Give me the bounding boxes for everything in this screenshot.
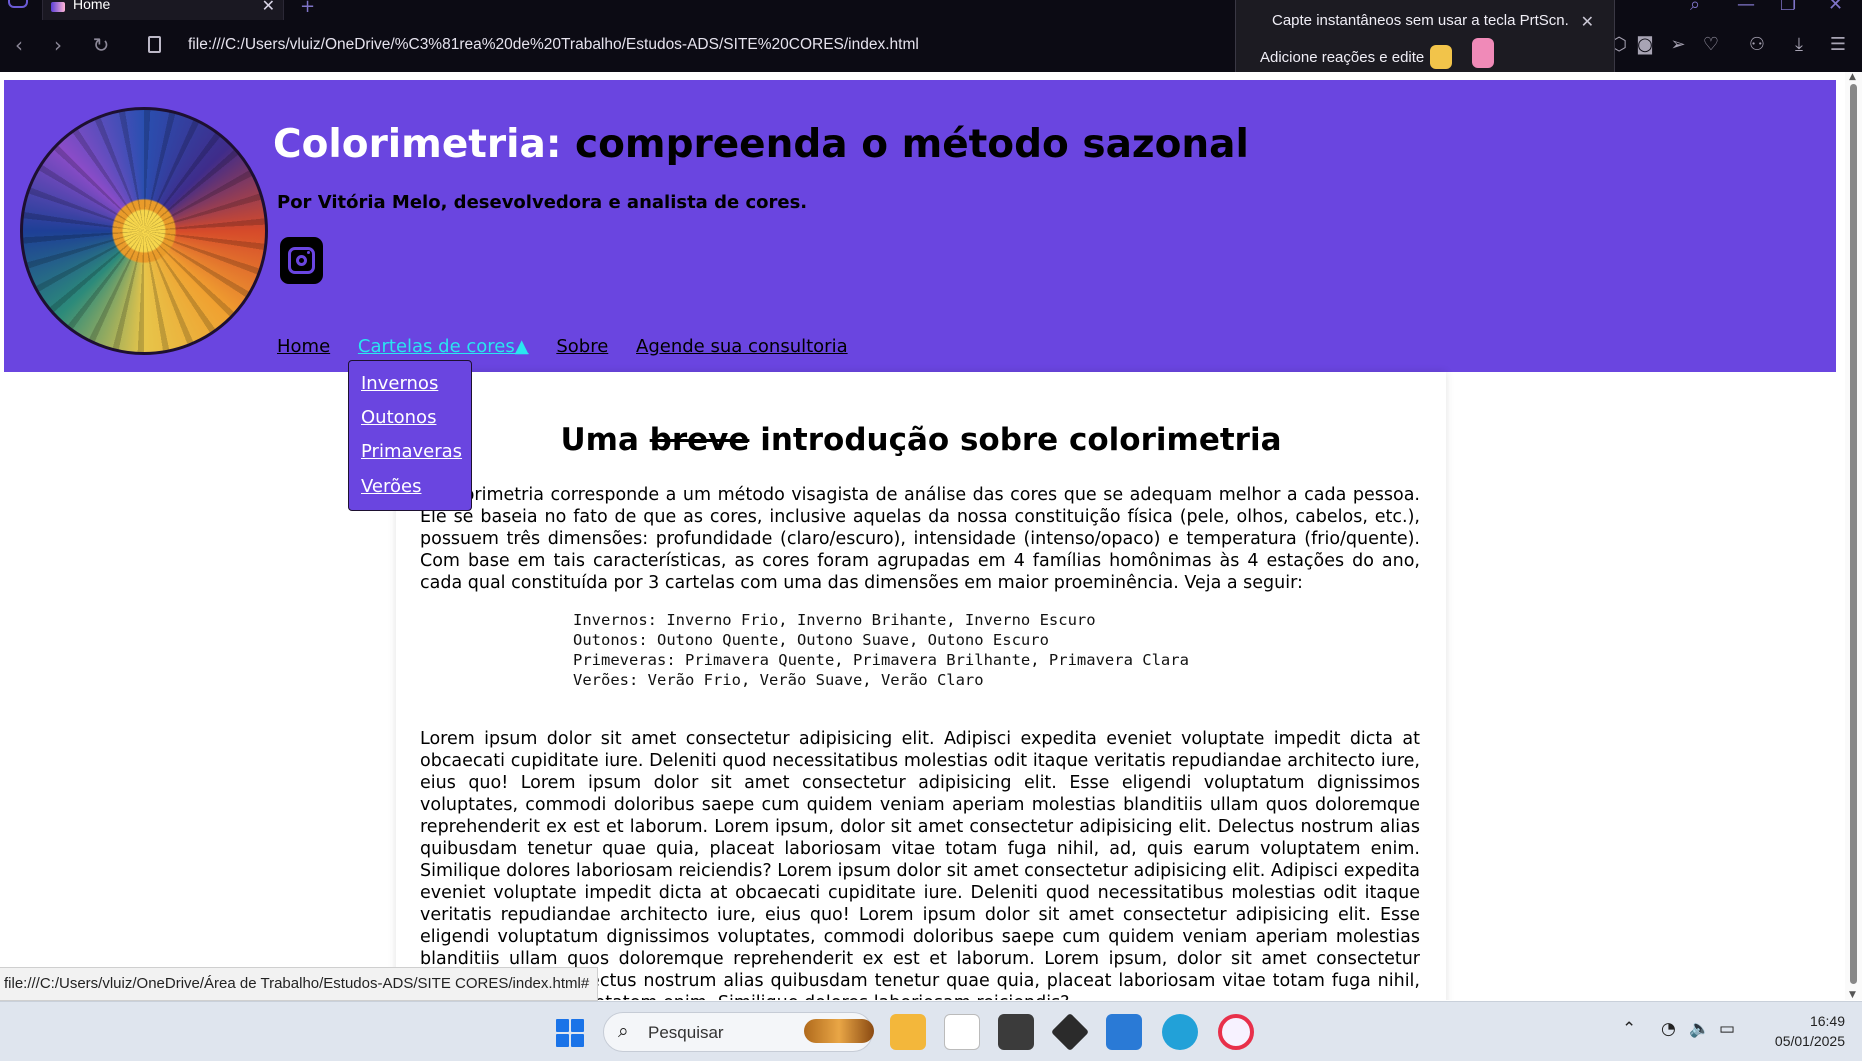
- article-heading: Uma breve introdução sobre colorimetria: [560, 422, 1282, 458]
- search-icon: ⌕: [618, 1020, 629, 1042]
- sublime-text-icon[interactable]: [998, 1014, 1034, 1050]
- snapshot-icon[interactable]: ◙: [1634, 34, 1656, 55]
- taskbar-search[interactable]: ⌕ Pesquisar: [603, 1012, 874, 1052]
- send-icon[interactable]: ➢: [1667, 34, 1689, 55]
- nav-sobre[interactable]: Sobre: [556, 336, 608, 357]
- list-item: Invernos: Inverno Frio, Inverno Brihante…: [573, 611, 1096, 629]
- vscode-icon[interactable]: [1106, 1014, 1142, 1050]
- dropdown-outonos[interactable]: Outonos: [361, 407, 436, 428]
- toast-close-icon[interactable]: ✕: [1581, 12, 1594, 32]
- close-tab-icon[interactable]: ✕: [262, 0, 275, 15]
- dropbox-icon[interactable]: [1050, 1012, 1090, 1052]
- emoji-smile-icon: [1430, 45, 1452, 69]
- opera-gx-icon[interactable]: [1218, 1014, 1254, 1050]
- toast-line-2: Adicione reações e edite: [1260, 49, 1425, 66]
- edge-icon[interactable]: [1162, 1014, 1198, 1050]
- system-clock[interactable]: 16:49 05/01/2025: [1755, 1011, 1845, 1051]
- minimize-icon[interactable]: —: [1737, 0, 1755, 15]
- file-explorer-icon[interactable]: [890, 1014, 926, 1050]
- cartelas-dropdown: Invernos Outonos Primaveras Verões: [348, 360, 472, 511]
- search-placeholder: Pesquisar: [648, 1023, 724, 1042]
- nav-cartelas[interactable]: Cartelas de cores▲: [358, 336, 529, 357]
- link-status-bar: file:///C:/Users/vluiz/OneDrive/Área de …: [0, 967, 599, 1001]
- workspaces-icon[interactable]: [8, 0, 28, 8]
- heart-icon[interactable]: ♡: [1700, 34, 1722, 55]
- easy-setup-icon[interactable]: ☰: [1827, 34, 1849, 55]
- wifi-icon[interactable]: ◔: [1661, 1019, 1676, 1039]
- volume-icon[interactable]: 🔈: [1689, 1019, 1710, 1039]
- season-list: Invernos: Inverno Frio, Inverno Brihante…: [573, 610, 1189, 690]
- lorem-paragraph: Lorem ipsum dolor sit amet consectetur a…: [420, 729, 1420, 1000]
- page-scrollbar[interactable]: ▲ ▼: [1845, 72, 1862, 1000]
- battery-icon[interactable]: ▭: [1719, 1019, 1735, 1039]
- clock-time: 16:49: [1809, 1013, 1845, 1029]
- site-header: Colorimetria: compreenda o método sazona…: [4, 80, 1836, 372]
- seasons-mosaic-logo: [20, 107, 268, 355]
- amazon-icon[interactable]: [944, 1014, 980, 1050]
- list-item: Outonos: Outono Quente, Outono Suave, Ou…: [573, 631, 1049, 649]
- favicon-icon: [51, 2, 65, 12]
- tab-title: Home: [73, 0, 111, 12]
- clock-date: 05/01/2025: [1774, 1033, 1845, 1049]
- close-window-icon[interactable]: ✕: [1828, 0, 1843, 15]
- toast-line-1: Capte instantâneos sem usar a tecla PrtS…: [1272, 12, 1569, 29]
- page-info-icon[interactable]: [148, 36, 161, 53]
- tab-home[interactable]: Home ✕: [42, 0, 284, 20]
- scroll-thumb[interactable]: [1850, 84, 1857, 984]
- intro-paragraph: A colorimetria corresponde a um método v…: [420, 485, 1420, 593]
- restore-icon[interactable]: ❐: [1780, 0, 1796, 15]
- back-icon[interactable]: ‹: [6, 32, 32, 58]
- reload-icon[interactable]: ↻: [88, 32, 114, 58]
- account-icon[interactable]: ⚇: [1746, 34, 1768, 55]
- tray-overflow-icon[interactable]: ⌃: [1622, 1019, 1636, 1039]
- address-bar[interactable]: file:///C:/Users/vluiz/OneDrive/%C3%81re…: [188, 36, 919, 54]
- dropdown-invernos[interactable]: Invernos: [361, 373, 438, 394]
- scroll-down-icon[interactable]: ▼: [1849, 990, 1856, 1000]
- nav-agende[interactable]: Agende sua consultoria: [636, 336, 848, 357]
- new-tab-icon[interactable]: +: [300, 0, 315, 17]
- list-item: Primeveras: Primavera Quente, Primavera …: [573, 651, 1189, 669]
- search-highlight-icon: [804, 1019, 874, 1043]
- scroll-up-icon[interactable]: ▲: [1849, 72, 1856, 82]
- taskbar: ⌕ Pesquisar ⌃ ◔ 🔈 ▭ 16:49 05/01/2025: [0, 1001, 1862, 1061]
- page-title: Colorimetria: compreenda o método sazona…: [273, 122, 1249, 167]
- download-icon[interactable]: ⤓: [1788, 34, 1810, 55]
- nav-home[interactable]: Home: [277, 336, 330, 357]
- search-tabs-icon[interactable]: ⌕: [1690, 0, 1700, 15]
- main-nav: Home Cartelas de cores▲ Sobre Agende sua…: [277, 336, 870, 357]
- instagram-icon[interactable]: [280, 237, 323, 284]
- list-item: Verões: Verão Frio, Verão Suave, Verão C…: [573, 671, 984, 689]
- author-byline: Por Vitória Melo, desevolvedora e analis…: [277, 192, 808, 213]
- emoji-cat-icon: [1472, 38, 1494, 68]
- windows-start-icon[interactable]: [556, 1019, 584, 1047]
- forward-icon[interactable]: ›: [45, 32, 71, 58]
- dropdown-primaveras[interactable]: Primaveras: [361, 441, 462, 462]
- article-card: Uma breve introdução sobre colorimetria …: [396, 372, 1446, 1000]
- dropdown-veroes[interactable]: Verões: [361, 476, 421, 497]
- web-page: Colorimetria: compreenda o método sazona…: [0, 72, 1845, 1000]
